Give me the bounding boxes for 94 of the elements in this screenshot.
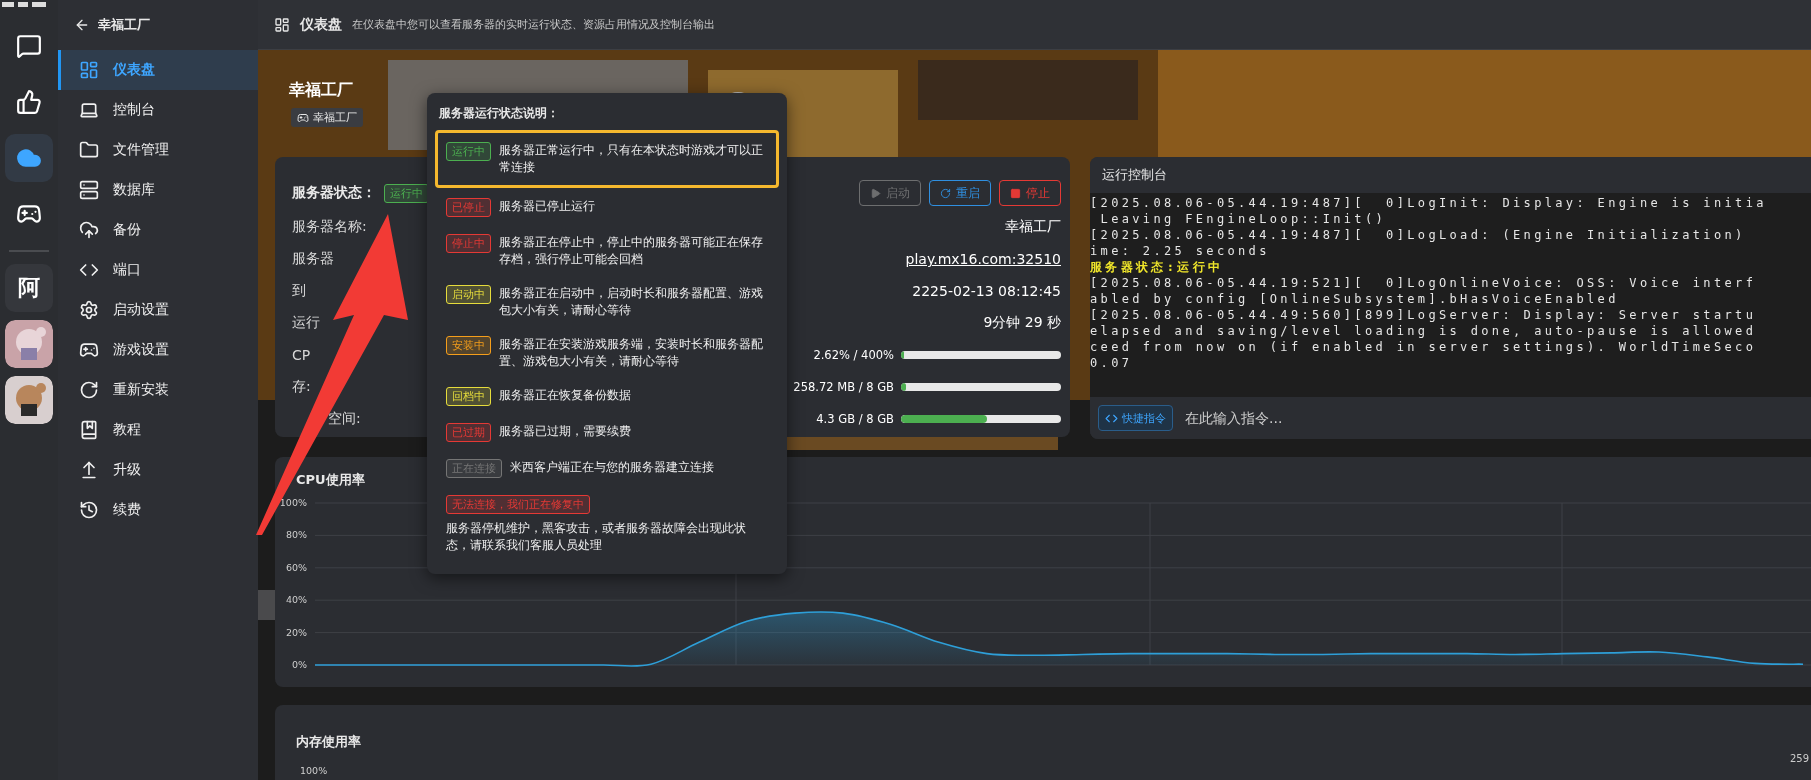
status-description: 服务器停机维护，黑客攻击，或者服务器故障会出现此状态，请联系我们客服人员处理 xyxy=(446,520,747,554)
chart-title: 内存使用率 xyxy=(296,733,361,751)
status-description: 服务器正在停止中，停止中的服务器可能正在保存存档，强行停止可能会回档 xyxy=(499,234,764,268)
log-line: 服务器状态:运行中 xyxy=(1090,259,1224,275)
play-icon xyxy=(870,187,881,199)
log-line: [2025.08.06-05.44.19:487][ 0]LogInit: Display: Engine is initia xyxy=(1090,195,1767,211)
refresh-icon xyxy=(79,380,99,400)
axis-tick-label: 100% xyxy=(300,765,328,776)
tooltip-title: 服务器运行状态说明： xyxy=(438,105,560,122)
gamepad-icon xyxy=(297,111,309,124)
axis-tick-label: 60% xyxy=(285,561,307,573)
sidebar-item[interactable]: 游戏设置 xyxy=(58,330,258,370)
history-icon xyxy=(79,500,99,520)
log-line: 0.07 xyxy=(1090,355,1133,371)
server-avatar[interactable]: 阿 xyxy=(5,264,53,312)
info-value: 2225-02-13 08:12:45 xyxy=(912,283,1061,299)
usage-value: 4.3 GB / 8 GB xyxy=(816,412,894,426)
page-title: 仪表盘 xyxy=(300,15,342,34)
sidebar-item[interactable]: 仪表盘 xyxy=(58,50,258,90)
sidebar-item[interactable]: 重新安装 xyxy=(58,370,258,410)
memory-value: 259 xyxy=(1790,753,1810,764)
axis-tick-label: 40% xyxy=(285,594,307,606)
stop-icon xyxy=(1010,187,1021,199)
status-badge: 运行中 xyxy=(446,142,491,161)
upload-arrow-icon xyxy=(79,460,99,480)
info-value: 幸福工厂 xyxy=(1005,218,1061,236)
info-label: 到 xyxy=(292,282,306,300)
status-badge: 回档中 xyxy=(446,387,491,406)
folder-icon xyxy=(79,140,99,160)
dashboard-icon xyxy=(79,60,99,80)
page-description: 在仪表盘中您可以查看服务器的实时运行状态、资源占用情况及控制台输出 xyxy=(352,17,715,32)
status-badge: 安装中 xyxy=(446,336,491,355)
status-badge: 无法连接，我们正在修复中 xyxy=(446,495,590,514)
info-value: 9分钟 29 秒 xyxy=(983,314,1061,332)
log-line: Leaving FEngineLoop::Init() xyxy=(1099,211,1387,227)
info-label: 存: xyxy=(292,378,311,396)
log-line: [2025.08.06-05.44.49:560][899]LogServer: Display: Server startu xyxy=(1090,307,1757,323)
status-label: 服务器状态： xyxy=(292,184,376,202)
command-input[interactable]: 在此输入指令... xyxy=(1183,403,1811,433)
sidebar-item[interactable]: 端口 xyxy=(58,250,258,290)
log-line: ceed from now on (if enabled in server settings). WorldTimeSeco xyxy=(1090,339,1757,355)
status-badge: 已过期 xyxy=(446,423,491,442)
server-icon xyxy=(79,180,99,200)
address-link[interactable]: play.mx16.com:32510 xyxy=(905,251,1061,267)
dashboard-icon xyxy=(274,16,290,33)
back-link[interactable]: 幸福工厂 xyxy=(58,0,258,50)
status-description: 服务器正常运行中，只有在本状态时游戏才可以正常连接 xyxy=(499,142,764,176)
thumbs-up-icon xyxy=(16,89,42,115)
sidebar-item[interactable]: 数据库 xyxy=(58,170,258,210)
info-label: 运行 xyxy=(292,314,320,332)
book-icon xyxy=(79,420,99,440)
status-description: 服务器正在恢复备份数据 xyxy=(499,387,631,404)
cloud-upload-icon xyxy=(79,220,99,240)
axis-tick-label: 0% xyxy=(291,659,307,670)
status-description: 服务器已停止运行 xyxy=(499,198,595,215)
chart-title: CPU使用率 xyxy=(296,471,365,489)
status-badge: 已停止 xyxy=(446,198,491,217)
info-label: 服务器名称: xyxy=(292,218,367,236)
restart-button[interactable]: 重启 xyxy=(929,180,991,206)
usage-value: 258.72 MB / 8 GB xyxy=(793,380,894,394)
status-badge: 停止中 xyxy=(446,234,491,253)
sidebar-item[interactable]: 升级 xyxy=(58,450,258,490)
game-tag: 幸福工厂 xyxy=(291,108,363,127)
axis-tick-label: 80% xyxy=(285,529,307,541)
status-badge[interactable]: 运行中 xyxy=(384,183,429,203)
sidebar-item[interactable]: 续费 xyxy=(58,490,258,530)
sidebar-item[interactable]: 启动设置 xyxy=(58,290,258,330)
log-line: [2025.08.06-05.44.19:487][ 0]LogLoad: (Engine Initialization) xyxy=(1090,227,1746,243)
quick-command-button[interactable]: 快捷指令 xyxy=(1098,405,1173,431)
gamepad-icon xyxy=(79,340,99,360)
status-badge: 启动中 xyxy=(446,285,491,304)
message-icon xyxy=(16,33,42,59)
log-line: elapsed and saving/level loading is done, auto-pause is allowed xyxy=(1090,323,1757,339)
sidebar-item[interactable]: 备份 xyxy=(58,210,258,250)
sidebar-item[interactable]: 教程 xyxy=(58,410,258,450)
laptop-icon xyxy=(79,100,99,120)
info-label: 服务器 xyxy=(292,250,334,268)
log-line: abled by config [OnlineSubsystem].bHasVoiceEnabled xyxy=(1090,291,1619,307)
log-line: ime: 2.25 seconds xyxy=(1090,243,1270,259)
log-line: [2025.08.06-05.44.19:521][ 0]LogOnlineVoice: OSS: Voice interf xyxy=(1090,275,1757,291)
refresh-icon xyxy=(940,187,951,199)
server-name: 幸福工厂 xyxy=(288,80,353,101)
sidebar-item[interactable]: 文件管理 xyxy=(58,130,258,170)
sidebar-item[interactable]: 控制台 xyxy=(58,90,258,130)
status-description: 米西客户端正在与您的服务器建立连接 xyxy=(510,459,714,476)
axis-tick-label: 20% xyxy=(285,626,307,638)
status-description: 服务器已过期，需要续费 xyxy=(499,423,631,440)
info-label: 空间: xyxy=(328,410,361,428)
info-label: CP xyxy=(292,347,311,363)
settings-icon xyxy=(79,300,99,320)
status-description: 服务器正在启动中，启动时长和服务器配置、游戏包大小有关，请耐心等待 xyxy=(499,285,764,319)
status-description: 服务器正在安装游戏服务端，安装时长和服务器配置、游戏包大小有关，请耐心等待 xyxy=(499,336,764,370)
axis-tick-label: 100% xyxy=(279,497,307,508)
usage-value: 2.62% / 400% xyxy=(813,348,894,362)
